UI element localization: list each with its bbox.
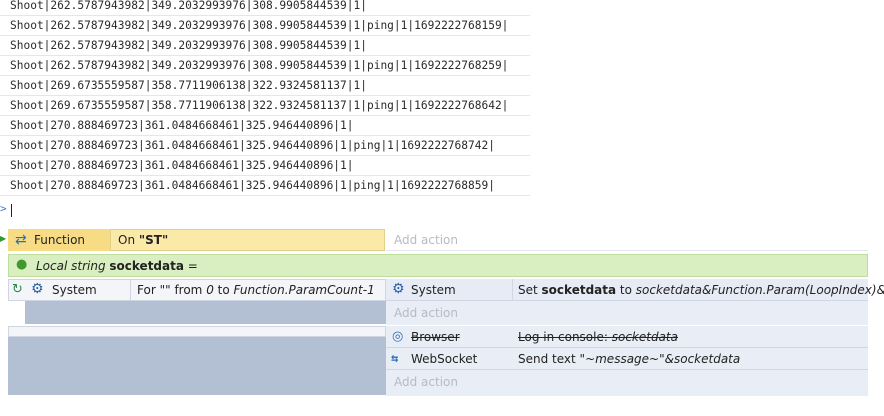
log-line: Shoot|262.5787943982|349.2032993976|308.… xyxy=(0,0,530,16)
event-sheet: ▶ ⇄ Function On "ST" Add action ● Local … xyxy=(0,229,884,416)
add-action-button[interactable]: Add action xyxy=(394,375,458,389)
console-input[interactable]: > xyxy=(0,200,60,220)
action-text: Log in console: socketdata xyxy=(518,330,678,344)
pin-icon: ● xyxy=(16,257,28,272)
action-object-label: System xyxy=(411,283,456,297)
loop-icon: ↻ xyxy=(12,282,23,297)
event-arrow-icon: ▶ xyxy=(0,234,7,243)
function-actions-area[interactable] xyxy=(386,229,868,251)
websocket-icon: ⇆ xyxy=(391,351,399,365)
action-object-label: WebSocket xyxy=(411,352,478,366)
log-line: Shoot|262.5787943982|349.2032993976|308.… xyxy=(0,56,530,76)
add-action-button[interactable]: Add action xyxy=(394,233,458,247)
loop-object-label: System xyxy=(52,283,97,297)
log-line: Shoot|270.888469723|361.0484668461|325.9… xyxy=(0,116,530,136)
action-divider xyxy=(512,279,513,301)
action-text: Send text "~message~"&socketdata xyxy=(518,352,741,366)
log-line: Shoot|262.5787943982|349.2032993976|308.… xyxy=(0,16,530,36)
local-variable-text: Local string socketdata = xyxy=(36,259,198,273)
condition-divider xyxy=(130,279,131,301)
log-line: Shoot|270.888469723|361.0484668461|325.9… xyxy=(0,156,530,176)
function-object-label: Function xyxy=(34,233,86,247)
function-event[interactable]: ▶ ⇄ Function On "ST" Add action xyxy=(0,229,868,251)
prompt-chevron-icon: > xyxy=(0,202,7,215)
function-condition-text: On "ST" xyxy=(118,233,169,247)
loop-sub-body xyxy=(25,301,386,324)
log-line: Shoot|270.888469723|361.0484668461|325.9… xyxy=(0,136,530,156)
add-action-button[interactable]: Add action xyxy=(394,306,458,320)
action-text: Set socketdata to socketdata&Function.Pa… xyxy=(518,283,884,297)
console-log: Shoot|262.5787943982|349.2032993976|308.… xyxy=(0,0,530,196)
gear-icon: ⚙ xyxy=(31,281,44,297)
loop-condition-text: For "" from 0 to Function.ParamCount-1 xyxy=(137,283,375,297)
function-icon: ⇄ xyxy=(15,232,27,248)
log-line: Shoot|262.5787943982|349.2032993976|308.… xyxy=(0,36,530,56)
text-cursor xyxy=(11,204,12,217)
browser-icon: ◎ xyxy=(392,329,404,344)
empty-condition[interactable] xyxy=(8,326,386,337)
log-line: Shoot|270.888469723|361.0484668461|325.9… xyxy=(0,176,530,196)
send-sub-body xyxy=(8,337,386,395)
log-line: Shoot|269.6735559587|358.7711906138|322.… xyxy=(0,96,530,116)
local-variable-row[interactable]: ● Local string socketdata = xyxy=(0,254,868,277)
gear-icon: ⚙ xyxy=(392,281,405,297)
log-line: Shoot|269.6735559587|358.7711906138|322.… xyxy=(0,76,530,96)
action-object-label: Browser xyxy=(411,330,460,344)
